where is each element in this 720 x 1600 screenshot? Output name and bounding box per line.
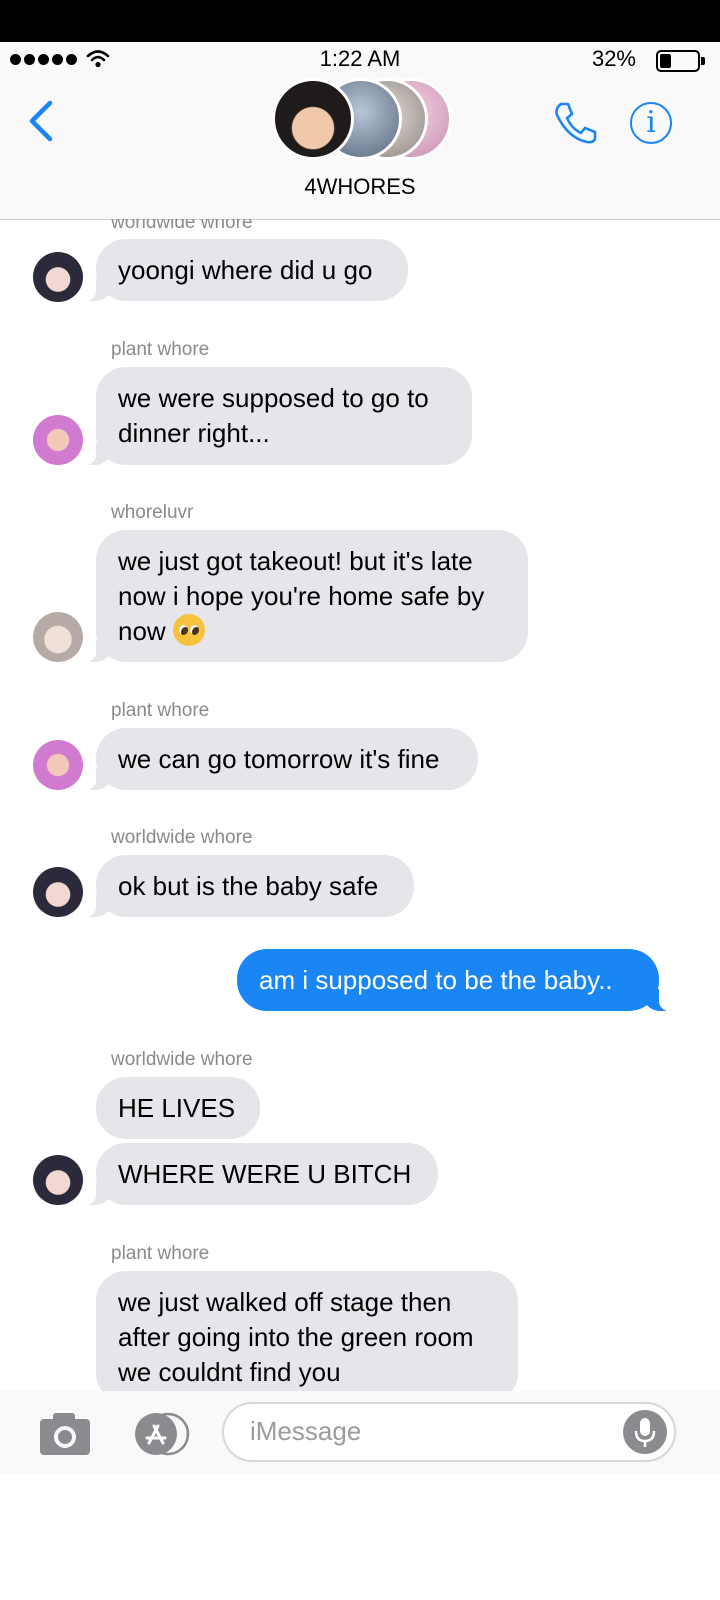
top-black-bar: [0, 0, 720, 42]
message-bubble[interactable]: we can go tomorrow it's fine: [82, 728, 478, 790]
conversation-header: 1:22 AM 32% 4WHORES i: [0, 42, 720, 220]
message-text: HE LIVES: [118, 1093, 236, 1123]
message-text: am i supposed to be the baby..: [259, 965, 613, 995]
message-bubble[interactable]: HE LIVES: [96, 1077, 260, 1139]
message-input[interactable]: iMessage: [222, 1402, 676, 1462]
phone-icon[interactable]: [552, 100, 598, 146]
message-bubble[interactable]: WHERE WERE U BITCH: [82, 1143, 438, 1205]
sender-name: worldwide whore: [111, 827, 253, 848]
camera-icon[interactable]: [38, 1411, 92, 1457]
message-text: ok but is the baby safe: [118, 871, 379, 901]
message-text: yoongi where did u go: [118, 255, 373, 285]
message-bubble[interactable]: yoongi where did u go: [82, 239, 408, 301]
status-bar: 1:22 AM 32%: [0, 42, 720, 78]
message-line: now: [118, 614, 506, 649]
message-line: we just walked off stage then: [118, 1287, 452, 1317]
message-line: we just got takeout! but it's late: [118, 546, 473, 576]
battery-percentage: 32%: [591, 46, 636, 71]
compose-bar: iMessage: [0, 1391, 720, 1473]
app-store-icon[interactable]: [128, 1412, 190, 1456]
sender-name: worldwide whore: [111, 219, 253, 233]
avatar[interactable]: [33, 867, 83, 917]
message-line: we were supposed to go to: [118, 383, 429, 413]
sender-name: plant whore: [111, 339, 210, 360]
sender-name: worldwide whore: [111, 1049, 253, 1070]
avatar[interactable]: [33, 612, 83, 662]
sender-name: plant whore: [111, 1243, 210, 1264]
message-bubble[interactable]: ok but is the baby safe: [82, 855, 414, 917]
avatar[interactable]: [33, 1155, 83, 1205]
battery-icon: [656, 50, 705, 72]
info-icon[interactable]: i: [630, 102, 672, 144]
group-avatars[interactable]: [266, 78, 452, 164]
back-chevron-icon[interactable]: [26, 99, 56, 143]
message-line: we couldnt find you: [118, 1357, 341, 1387]
message-bubble[interactable]: we just got takeout! but it's late now i…: [82, 530, 528, 662]
message-input-placeholder: iMessage: [250, 1416, 362, 1446]
message-bubble[interactable]: we were supposed to go to dinner right..…: [82, 367, 472, 465]
pleading-face-emoji: [172, 614, 205, 646]
message-line: now i hope you're home safe by: [118, 581, 485, 611]
outgoing-bubble[interactable]: am i supposed to be the baby..: [237, 949, 673, 1011]
avatar[interactable]: [33, 415, 83, 465]
avatar[interactable]: [33, 252, 83, 302]
message-text: we can go tomorrow it's fine: [118, 744, 440, 774]
message-bubble[interactable]: we just walked off stage then after goin…: [96, 1271, 518, 1391]
sender-name: plant whore: [111, 700, 210, 721]
message-text: WHERE WERE U BITCH: [118, 1159, 412, 1189]
sender-name: whoreluvr: [111, 502, 194, 523]
message-thread[interactable]: worldwide whore yoongi where did u go pl…: [0, 219, 720, 1391]
message-line: after going into the green room: [118, 1322, 474, 1352]
microphone-icon[interactable]: [623, 1410, 667, 1454]
avatar[interactable]: [33, 740, 83, 790]
message-line: dinner right...: [118, 418, 270, 448]
group-name[interactable]: 4WHORES: [0, 174, 720, 200]
avatar: [272, 78, 354, 160]
